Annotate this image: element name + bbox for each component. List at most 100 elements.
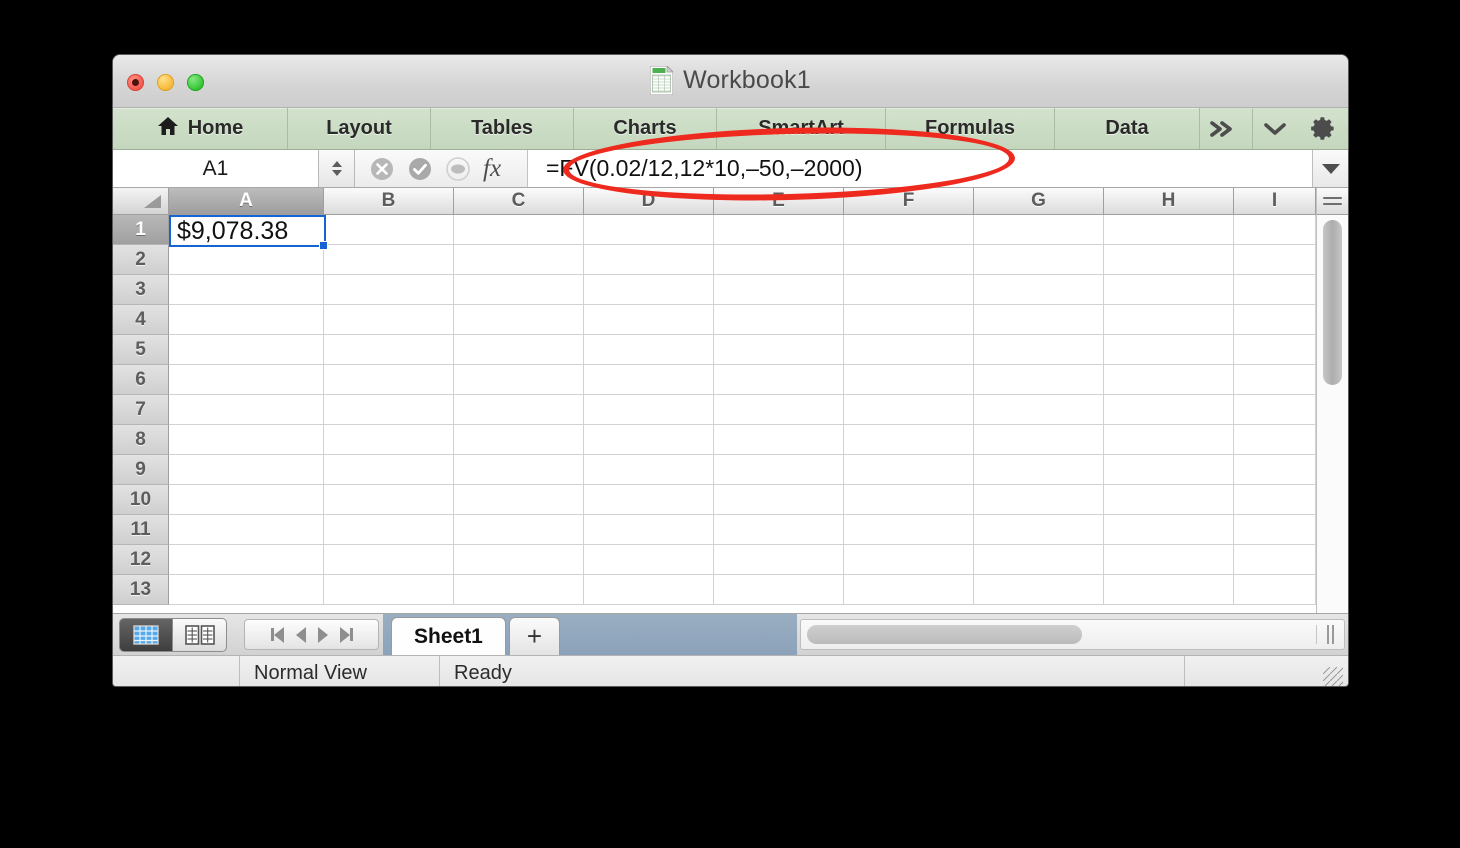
cell-f8[interactable] bbox=[844, 425, 974, 455]
column-header-h[interactable]: H bbox=[1104, 188, 1234, 215]
row-header-3[interactable]: 3 bbox=[113, 275, 169, 305]
row-header-11[interactable]: 11 bbox=[113, 515, 169, 545]
cell-a8[interactable] bbox=[169, 425, 324, 455]
cell-f4[interactable] bbox=[844, 305, 974, 335]
cell-f2[interactable] bbox=[844, 245, 974, 275]
row-header-1[interactable]: 1 bbox=[113, 215, 169, 245]
row-header-9[interactable]: 9 bbox=[113, 455, 169, 485]
row-header-8[interactable]: 8 bbox=[113, 425, 169, 455]
cell-a6[interactable] bbox=[169, 365, 324, 395]
cell-f9[interactable] bbox=[844, 455, 974, 485]
cell-g1[interactable] bbox=[974, 215, 1104, 245]
cell-d8[interactable] bbox=[584, 425, 714, 455]
name-box[interactable]: A1 bbox=[113, 150, 319, 187]
previous-sheet-button[interactable] bbox=[295, 626, 306, 643]
cell-c2[interactable] bbox=[454, 245, 584, 275]
formula-input[interactable]: =FV(0.02/12,12*10,‒50,‒2000) bbox=[527, 150, 1312, 187]
column-header-g[interactable]: G bbox=[974, 188, 1104, 215]
cell-b13[interactable] bbox=[324, 575, 454, 605]
cell-f6[interactable] bbox=[844, 365, 974, 395]
cell-h1[interactable] bbox=[1104, 215, 1234, 245]
cell-e6[interactable] bbox=[714, 365, 844, 395]
cell-d13[interactable] bbox=[584, 575, 714, 605]
vertical-scrollbar[interactable] bbox=[1316, 188, 1348, 613]
column-header-e[interactable]: E bbox=[714, 188, 844, 215]
tab-layout[interactable]: Layout bbox=[288, 108, 431, 149]
fx-icon[interactable]: fx bbox=[483, 155, 509, 182]
tab-smartart[interactable]: SmartArt bbox=[717, 108, 886, 149]
cell-e12[interactable] bbox=[714, 545, 844, 575]
cell-b4[interactable] bbox=[324, 305, 454, 335]
cell-i3[interactable] bbox=[1234, 275, 1316, 305]
cell-b2[interactable] bbox=[324, 245, 454, 275]
cell-e13[interactable] bbox=[714, 575, 844, 605]
cell-h3[interactable] bbox=[1104, 275, 1234, 305]
cell-c3[interactable] bbox=[454, 275, 584, 305]
add-sheet-button[interactable]: + bbox=[508, 617, 561, 655]
normal-view-toggle[interactable] bbox=[119, 617, 173, 652]
tab-data[interactable]: Data bbox=[1055, 108, 1200, 149]
column-header-f[interactable]: F bbox=[844, 188, 974, 215]
cell-h4[interactable] bbox=[1104, 305, 1234, 335]
cell-e2[interactable] bbox=[714, 245, 844, 275]
cell-a2[interactable] bbox=[169, 245, 324, 275]
vertical-scroll-thumb[interactable] bbox=[1323, 220, 1342, 385]
horizontal-scroll-track[interactable] bbox=[801, 625, 1316, 644]
cell-b1[interactable] bbox=[324, 215, 454, 245]
cell-c10[interactable] bbox=[454, 485, 584, 515]
cell-e8[interactable] bbox=[714, 425, 844, 455]
cell-g6[interactable] bbox=[974, 365, 1104, 395]
row-header-2[interactable]: 2 bbox=[113, 245, 169, 275]
row-header-12[interactable]: 12 bbox=[113, 545, 169, 575]
cell-c8[interactable] bbox=[454, 425, 584, 455]
cell-d10[interactable] bbox=[584, 485, 714, 515]
row-header-7[interactable]: 7 bbox=[113, 395, 169, 425]
cell-b5[interactable] bbox=[324, 335, 454, 365]
cell-c4[interactable] bbox=[454, 305, 584, 335]
cell-h11[interactable] bbox=[1104, 515, 1234, 545]
cell-f7[interactable] bbox=[844, 395, 974, 425]
cell-h12[interactable] bbox=[1104, 545, 1234, 575]
selected-cell-a1[interactable]: $9,078.38 bbox=[169, 215, 326, 247]
name-box-stepper[interactable] bbox=[319, 150, 355, 187]
cell-a10[interactable] bbox=[169, 485, 324, 515]
tab-formulas[interactable]: Formulas bbox=[886, 108, 1055, 149]
cell-g9[interactable] bbox=[974, 455, 1104, 485]
cell-d7[interactable] bbox=[584, 395, 714, 425]
cell-i2[interactable] bbox=[1234, 245, 1316, 275]
cell-h8[interactable] bbox=[1104, 425, 1234, 455]
cell-d3[interactable] bbox=[584, 275, 714, 305]
cell-e3[interactable] bbox=[714, 275, 844, 305]
cell-e1[interactable] bbox=[714, 215, 844, 245]
cell-i4[interactable] bbox=[1234, 305, 1316, 335]
cell-g10[interactable] bbox=[974, 485, 1104, 515]
column-header-b[interactable]: B bbox=[324, 188, 454, 215]
cell-c6[interactable] bbox=[454, 365, 584, 395]
cell-h13[interactable] bbox=[1104, 575, 1234, 605]
cell-h9[interactable] bbox=[1104, 455, 1234, 485]
tab-home[interactable]: Home bbox=[113, 108, 288, 149]
cell-f12[interactable] bbox=[844, 545, 974, 575]
cancel-x-icon[interactable] bbox=[369, 156, 395, 182]
cell-e5[interactable] bbox=[714, 335, 844, 365]
column-header-c[interactable]: C bbox=[454, 188, 584, 215]
last-sheet-button[interactable] bbox=[339, 626, 353, 643]
settings-gear-icon[interactable] bbox=[1301, 109, 1346, 149]
row-header-5[interactable]: 5 bbox=[113, 335, 169, 365]
cell-b6[interactable] bbox=[324, 365, 454, 395]
expand-chevrons-icon[interactable] bbox=[1200, 109, 1248, 149]
fill-handle[interactable] bbox=[319, 241, 328, 250]
cell-d4[interactable] bbox=[584, 305, 714, 335]
cell-a13[interactable] bbox=[169, 575, 324, 605]
tab-charts[interactable]: Charts bbox=[574, 108, 717, 149]
cell-h2[interactable] bbox=[1104, 245, 1234, 275]
cell-i1[interactable] bbox=[1234, 215, 1316, 245]
cell-i10[interactable] bbox=[1234, 485, 1316, 515]
cell-i6[interactable] bbox=[1234, 365, 1316, 395]
cell-a11[interactable] bbox=[169, 515, 324, 545]
sheet-tab-sheet1[interactable]: Sheet1 bbox=[391, 617, 506, 655]
cell-c11[interactable] bbox=[454, 515, 584, 545]
cell-g5[interactable] bbox=[974, 335, 1104, 365]
cell-h7[interactable] bbox=[1104, 395, 1234, 425]
vertical-scroll-track[interactable] bbox=[1317, 215, 1348, 613]
